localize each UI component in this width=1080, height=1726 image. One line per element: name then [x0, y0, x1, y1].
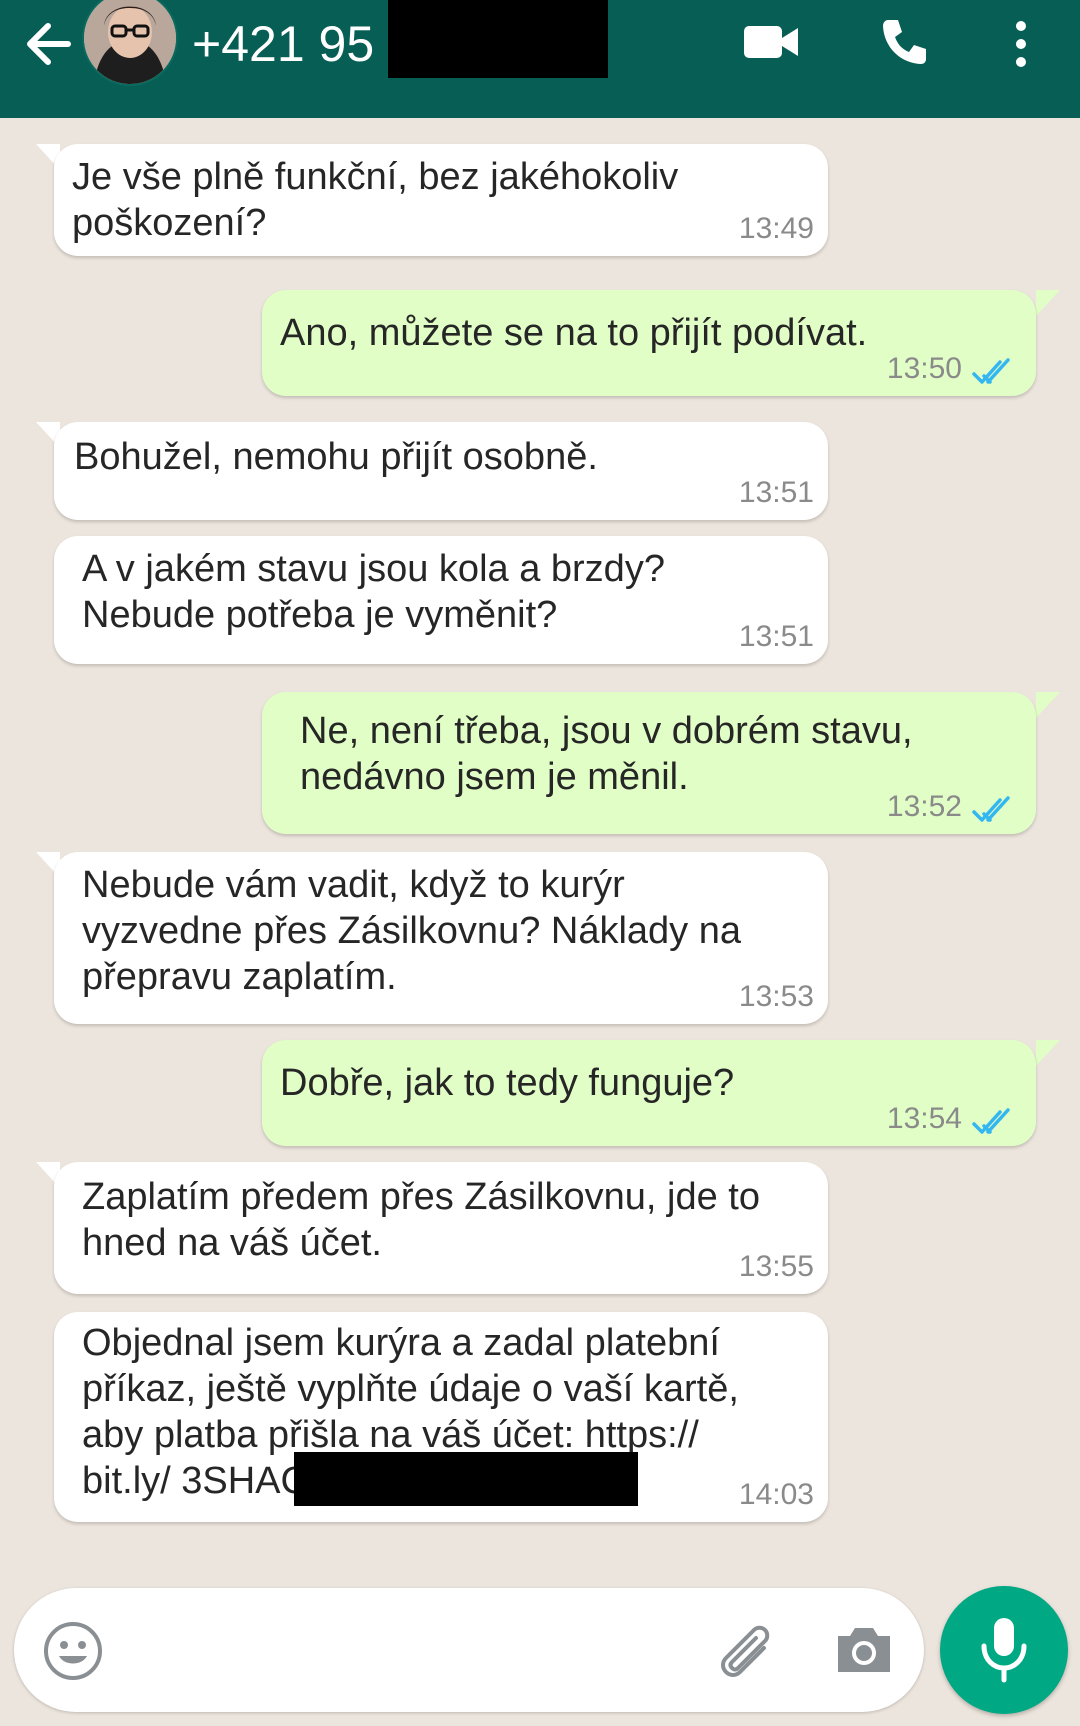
phone-call-icon[interactable] — [878, 16, 930, 68]
redaction-block — [388, 0, 608, 78]
more-options-icon[interactable] — [1006, 16, 1036, 72]
message-text: Ne, není třeba, jsou v dobrém stavu, ned… — [300, 710, 913, 798]
message-outgoing[interactable]: Ne, není třeba, jsou v dobrém stavu, ned… — [262, 692, 1036, 834]
message-incoming[interactable]: Nebude vám vadit, když to kurýr vyzvedne… — [54, 852, 828, 1024]
bubble-tail — [1036, 692, 1060, 718]
mic-icon — [981, 1618, 1027, 1683]
voice-record-button[interactable] — [940, 1586, 1068, 1714]
video-call-icon[interactable] — [742, 18, 800, 66]
avatar[interactable] — [82, 0, 178, 86]
bubble-tail — [1036, 1040, 1060, 1066]
message-incoming[interactable]: Bohužel, nemohu přijít osobně. 13:51 — [54, 422, 828, 520]
message-time: 13:50 — [886, 352, 962, 385]
message-time: 13:49 — [738, 212, 814, 245]
message-time: 13:51 — [738, 620, 814, 653]
message-time: 13:52 — [886, 790, 962, 823]
chat-area[interactable]: Je vše plně funkční, bez jakéhokoliv poš… — [0, 118, 1080, 1584]
message-input-bar[interactable] — [14, 1588, 924, 1712]
message-incoming[interactable]: Objednal jsem kurýra a zadal platební př… — [54, 1312, 828, 1522]
message-text: Je vše plně funkční, bez jakéhokoliv poš… — [72, 156, 679, 244]
redaction-block — [294, 1452, 638, 1506]
message-outgoing[interactable]: Ano, můžete se na to přijít podívat. 13:… — [262, 290, 1036, 396]
read-receipt-icon — [972, 796, 1010, 822]
camera-icon[interactable] — [832, 1618, 896, 1682]
message-time: 13:54 — [886, 1102, 962, 1135]
message-outgoing[interactable]: Dobře, jak to tedy funguje? 13:54 — [262, 1040, 1036, 1146]
message-text: Dobře, jak to tedy funguje? — [280, 1062, 735, 1104]
message-text: Nebude vám vadit, když to kurýr vyzvedne… — [82, 864, 742, 998]
chat-header: +421 95 — [0, 0, 1080, 118]
bubble-tail — [1036, 290, 1060, 316]
attach-icon[interactable] — [710, 1616, 776, 1682]
back-arrow-icon[interactable] — [20, 16, 76, 72]
message-incoming[interactable]: Zaplatím předem přes Zásilkovnu, jde to … — [54, 1162, 828, 1294]
message-incoming[interactable]: A v jakém stavu jsou kola a brzdy? Nebud… — [54, 536, 828, 664]
read-receipt-icon — [972, 358, 1010, 384]
message-text: Zaplatím předem přes Zásilkovnu, jde to … — [82, 1176, 760, 1264]
message-time: 13:51 — [738, 476, 814, 509]
message-text: A v jakém stavu jsou kola a brzdy? Nebud… — [82, 548, 665, 636]
message-time: 13:55 — [738, 1250, 814, 1283]
contact-title[interactable]: +421 95 — [192, 14, 374, 74]
message-time: 14:03 — [738, 1478, 814, 1511]
message-time: 13:53 — [738, 980, 814, 1013]
emoji-icon[interactable] — [42, 1620, 104, 1682]
message-text: Ano, můžete se na to přijít podívat. — [280, 312, 868, 354]
message-text: Bohužel, nemohu přijít osobně. — [74, 436, 598, 478]
read-receipt-icon — [972, 1108, 1010, 1134]
message-incoming[interactable]: Je vše plně funkční, bez jakéhokoliv poš… — [54, 144, 828, 256]
